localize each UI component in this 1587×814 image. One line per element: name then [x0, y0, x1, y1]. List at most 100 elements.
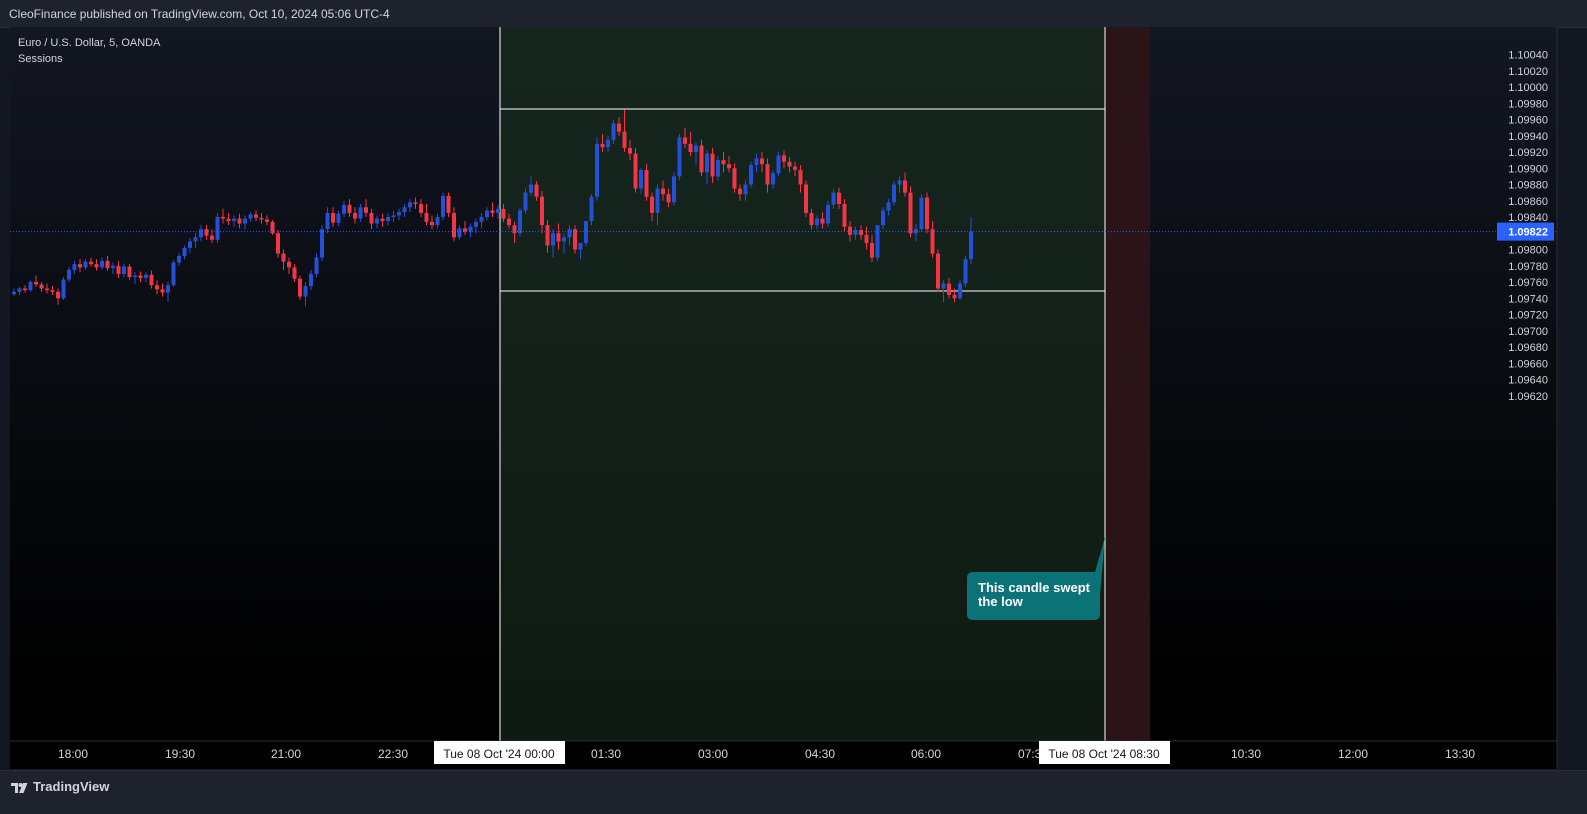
candle: [831, 192, 836, 205]
candle: [655, 188, 660, 213]
candle: [479, 217, 484, 222]
candle: [925, 197, 929, 230]
candle: [666, 194, 671, 203]
candle: [897, 180, 902, 185]
candle: [562, 237, 566, 242]
tradingview-logo[interactable]: TradingView: [11, 779, 109, 794]
candle: [600, 143, 605, 148]
candle: [622, 131, 627, 148]
candle: [886, 202, 891, 211]
candle: [171, 262, 176, 286]
candle: [804, 184, 808, 213]
candle: [705, 153, 709, 173]
y-tick-label: 1.09700: [1508, 326, 1548, 338]
y-tick-label: 1.09680: [1508, 342, 1548, 354]
x-tick-label: 04:30: [805, 747, 835, 761]
candle: [710, 153, 715, 177]
candle: [589, 196, 594, 222]
annotation-line-1: This candle swept: [978, 580, 1091, 595]
killzone-box: [1105, 27, 1150, 741]
current-price-label: 1.09822: [1508, 227, 1548, 239]
candle: [298, 278, 302, 297]
candle: [688, 143, 693, 152]
candle: [336, 213, 341, 223]
candle: [408, 202, 412, 208]
candle: [859, 230, 863, 235]
candle: [903, 180, 907, 193]
indicator-label[interactable]: Sessions: [18, 51, 160, 67]
candle: [870, 243, 874, 258]
candle: [358, 207, 363, 219]
candle: [94, 264, 99, 268]
candle: [606, 139, 610, 148]
candle: [782, 155, 786, 162]
candle: [787, 161, 792, 167]
candle: [243, 218, 247, 224]
candle: [776, 155, 781, 174]
chart-legend: Euro / U.S. Dollar, 5, OANDA Sessions: [18, 35, 160, 67]
candle: [28, 282, 33, 291]
candle: [809, 212, 814, 226]
y-tick-label: 1.09660: [1508, 358, 1548, 370]
candle: [765, 164, 770, 185]
session-start-time-label: Tue 08 Oct '24 00:00: [443, 747, 555, 761]
candle: [661, 188, 665, 195]
candle: [221, 217, 225, 219]
candle: [650, 196, 654, 213]
candle: [963, 259, 968, 284]
candle: [501, 208, 506, 219]
candle: [34, 282, 38, 285]
y-tick-label: 1.09620: [1508, 391, 1548, 403]
y-tick-label: 1.09900: [1508, 163, 1548, 175]
candle: [133, 275, 137, 278]
candle: [67, 269, 71, 280]
x-tick-label: 13:30: [1445, 747, 1475, 761]
candle: [50, 290, 55, 292]
candle: [276, 233, 280, 254]
session-box: [500, 27, 1105, 741]
candle: [182, 247, 187, 256]
y-tick-label: 1.09800: [1508, 245, 1548, 257]
candle: [864, 234, 869, 243]
candle: [127, 266, 132, 278]
candle: [930, 229, 935, 254]
candle: [397, 212, 401, 216]
candle: [45, 288, 49, 291]
candle: [771, 173, 775, 185]
candle: [237, 218, 242, 224]
candle: [683, 137, 687, 144]
y-tick-label: 1.09960: [1508, 115, 1548, 127]
candle: [177, 256, 181, 263]
candle: [39, 284, 44, 289]
candle: [936, 253, 940, 289]
candle: [320, 229, 324, 258]
candle: [138, 275, 143, 278]
candle: [529, 184, 533, 193]
candlestick-chart[interactable]: This candle sweptthe low 1.10040 1.10020 1…: [0, 0, 1587, 770]
candle: [875, 225, 880, 258]
candle: [254, 214, 258, 218]
candle: [908, 192, 913, 234]
candle: [331, 212, 335, 223]
y-tick-label: 1.09780: [1508, 261, 1548, 273]
y-tick-label: 1.09640: [1508, 375, 1548, 387]
candle: [617, 123, 621, 132]
y-tick-label: 1.09760: [1508, 277, 1548, 289]
candle: [347, 204, 352, 213]
candle: [551, 233, 555, 246]
candle: [848, 226, 852, 235]
candle: [265, 219, 269, 222]
candle: [100, 260, 104, 268]
candle: [83, 261, 88, 268]
candle: [441, 195, 445, 217]
candle: [199, 229, 203, 238]
x-tick-label: 01:30: [591, 747, 621, 761]
candle: [287, 261, 291, 268]
candle: [457, 228, 462, 238]
candle: [738, 188, 742, 195]
candle: [754, 158, 759, 165]
session-end-time-label: Tue 08 Oct '24 08:30: [1048, 747, 1160, 761]
candle: [342, 204, 346, 214]
candle: [820, 218, 825, 224]
candle: [881, 210, 885, 226]
